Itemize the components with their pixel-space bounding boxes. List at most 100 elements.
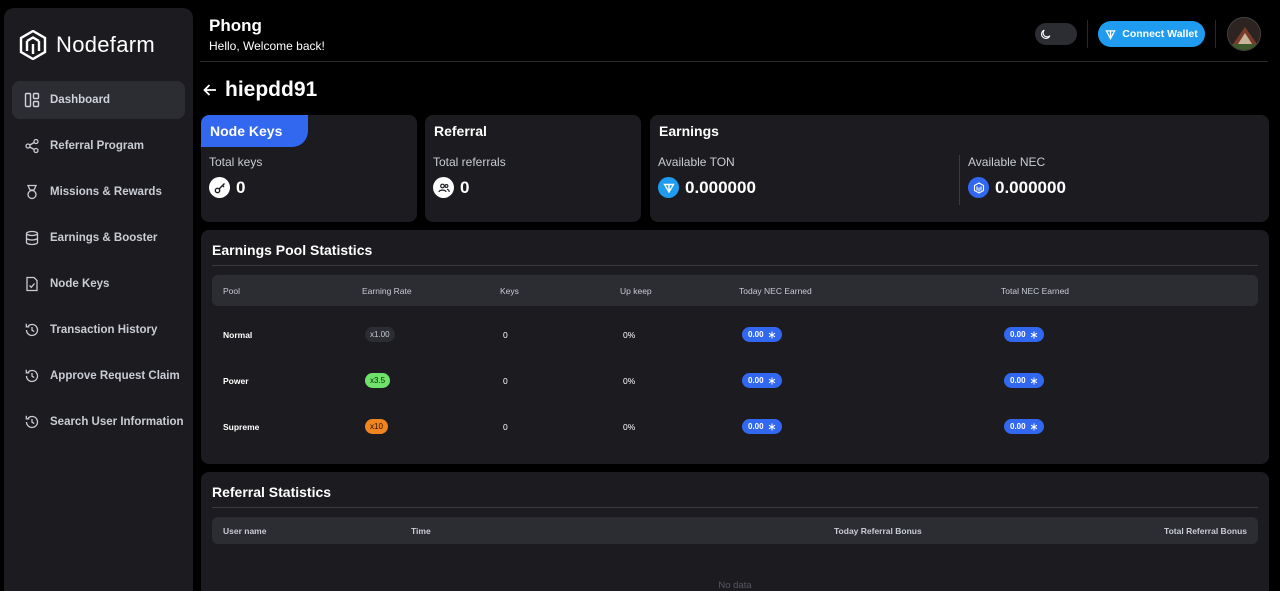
nec-snowflake-icon — [768, 423, 775, 430]
available-nec-label: Available NEC — [968, 155, 1046, 169]
nec-snowflake-icon — [1030, 423, 1037, 430]
available-ton-wrap: 0.000000 — [658, 177, 756, 198]
available-nec-value: 0.000000 — [995, 177, 1066, 197]
nec-snowflake-icon — [1030, 377, 1037, 384]
total-keys-value-wrap: 0 — [209, 177, 245, 198]
column-header: Time — [411, 526, 431, 536]
sidebar-item-node-keys[interactable]: Node Keys — [12, 265, 185, 303]
column-header: Pool — [223, 286, 241, 296]
referral-title: Referral — [434, 123, 487, 139]
total-nec-value: 0.00 — [1010, 376, 1026, 385]
upkeep-value: 0% — [623, 422, 636, 432]
total-nec-value: 0.00 — [1010, 330, 1026, 339]
table-header: Pool Earning Rate Keys Up keep Today NEC… — [212, 275, 1258, 306]
total-referrals-value-wrap: 0 — [433, 177, 469, 198]
header-divider — [1215, 20, 1216, 48]
today-nec-value: 0.00 — [748, 376, 764, 385]
pool-name: Power — [223, 376, 249, 386]
column-header: Earning Rate — [362, 286, 412, 296]
nodefarm-logo-icon — [19, 30, 47, 60]
sidebar-item-label: Earnings & Booster — [50, 232, 158, 244]
total-nec-pill: 0.00 — [1004, 419, 1044, 434]
share-icon — [23, 137, 41, 155]
available-nec-wrap: 0.000000 — [968, 177, 1066, 198]
avatar[interactable] — [1227, 17, 1261, 51]
sidebar-item-approve-request-claim[interactable]: Approve Request Claim — [12, 357, 185, 395]
upkeep-value: 0% — [623, 330, 636, 340]
ton-icon — [658, 177, 679, 198]
key-icon — [209, 177, 230, 198]
available-ton-value: 0.000000 — [685, 177, 756, 197]
welcome-text: Hello, Welcome back! — [209, 39, 325, 53]
pool-name: Supreme — [223, 422, 260, 432]
nec-snowflake-icon — [1030, 331, 1037, 338]
sidebar-item-dashboard[interactable]: Dashboard — [12, 81, 185, 119]
total-keys-label: Total keys — [209, 155, 263, 169]
sidebar-nav: Dashboard Referral Program Missions & Re… — [12, 81, 185, 449]
connect-wallet-label: Connect Wallet — [1122, 28, 1198, 40]
earnings-pool-statistics: Earnings Pool Statistics Pool Earning Ra… — [201, 230, 1269, 464]
sidebar-item-label: Node Keys — [50, 278, 110, 290]
sidebar-item-earnings-booster[interactable]: Earnings & Booster — [12, 219, 185, 257]
earning-rate-badge: x1.00 — [365, 327, 395, 342]
total-referrals-value: 0 — [460, 177, 470, 197]
today-nec-value: 0.00 — [748, 330, 764, 339]
upkeep-value: 0% — [623, 376, 636, 386]
back-arrow-icon[interactable] — [202, 82, 218, 98]
column-header: Up keep — [620, 286, 652, 296]
empty-state-text: No data — [718, 580, 752, 591]
theme-toggle[interactable] — [1035, 23, 1077, 45]
column-header: Total NEC Earned — [1001, 286, 1070, 296]
sidebar: Nodefarm Dashboard Referral Program Miss… — [4, 8, 193, 591]
nec-snowflake-icon — [768, 331, 775, 338]
sidebar-item-label: Dashboard — [50, 94, 111, 106]
node-keys-title: Node Keys — [201, 115, 308, 147]
history-icon — [23, 367, 41, 385]
moon-icon — [1038, 26, 1054, 42]
section-title: Referral Statistics — [212, 484, 332, 500]
sidebar-item-label: Missions & Rewards — [50, 186, 162, 198]
database-icon — [23, 229, 41, 247]
document-check-icon — [23, 275, 41, 293]
sidebar-item-label: Transaction History — [50, 324, 158, 336]
sidebar-item-transaction-history[interactable]: Transaction History — [12, 311, 185, 349]
sidebar-item-label: Approve Request Claim — [50, 370, 180, 382]
logo[interactable]: Nodefarm — [19, 30, 155, 60]
medal-icon — [23, 183, 41, 201]
top-header: Phong Hello, Welcome back! Connect Walle… — [200, 0, 1268, 62]
sidebar-item-label: Search User Information — [50, 416, 184, 428]
today-nec-pill: 0.00 — [742, 419, 782, 434]
sidebar-item-missions-rewards[interactable]: Missions & Rewards — [12, 173, 185, 211]
total-nec-pill: 0.00 — [1004, 373, 1044, 388]
page-title: hiepdd91 — [225, 78, 318, 101]
keys-value: 0 — [503, 422, 508, 432]
column-header: User name — [223, 526, 267, 536]
section-divider — [212, 265, 1258, 266]
sidebar-item-referral-program[interactable]: Referral Program — [12, 127, 185, 165]
column-header: Total Referral Bonus — [1164, 526, 1247, 536]
node-keys-card: Node Keys Total keys 0 — [201, 115, 417, 222]
available-ton-label: Available TON — [658, 155, 735, 169]
today-nec-pill: 0.00 — [742, 373, 782, 388]
table-header: User name Time Today Referral Bonus Tota… — [212, 517, 1258, 544]
referral-statistics: Referral Statistics User name Time Today… — [201, 472, 1269, 591]
section-title: Earnings Pool Statistics — [212, 242, 373, 258]
sidebar-item-search-user-information[interactable]: Search User Information — [12, 403, 185, 441]
earning-rate-badge: x3.5 — [365, 373, 391, 388]
total-nec-pill: 0.00 — [1004, 327, 1044, 342]
ton-icon — [1105, 29, 1116, 40]
connect-wallet-button[interactable]: Connect Wallet — [1098, 21, 1205, 47]
section-divider — [212, 507, 1258, 508]
brand-name: Nodefarm — [56, 32, 155, 57]
referral-card: Referral Total referrals 0 — [425, 115, 641, 222]
avatar-image — [1228, 18, 1260, 50]
users-icon — [433, 177, 454, 198]
keys-value: 0 — [503, 330, 508, 340]
earnings-divider — [959, 155, 960, 205]
total-keys-value: 0 — [236, 177, 246, 197]
earnings-title: Earnings — [659, 123, 719, 139]
header-divider — [1087, 20, 1088, 48]
history-icon — [23, 321, 41, 339]
earning-rate-badge: x10 — [365, 419, 388, 434]
total-referrals-label: Total referrals — [433, 155, 506, 169]
